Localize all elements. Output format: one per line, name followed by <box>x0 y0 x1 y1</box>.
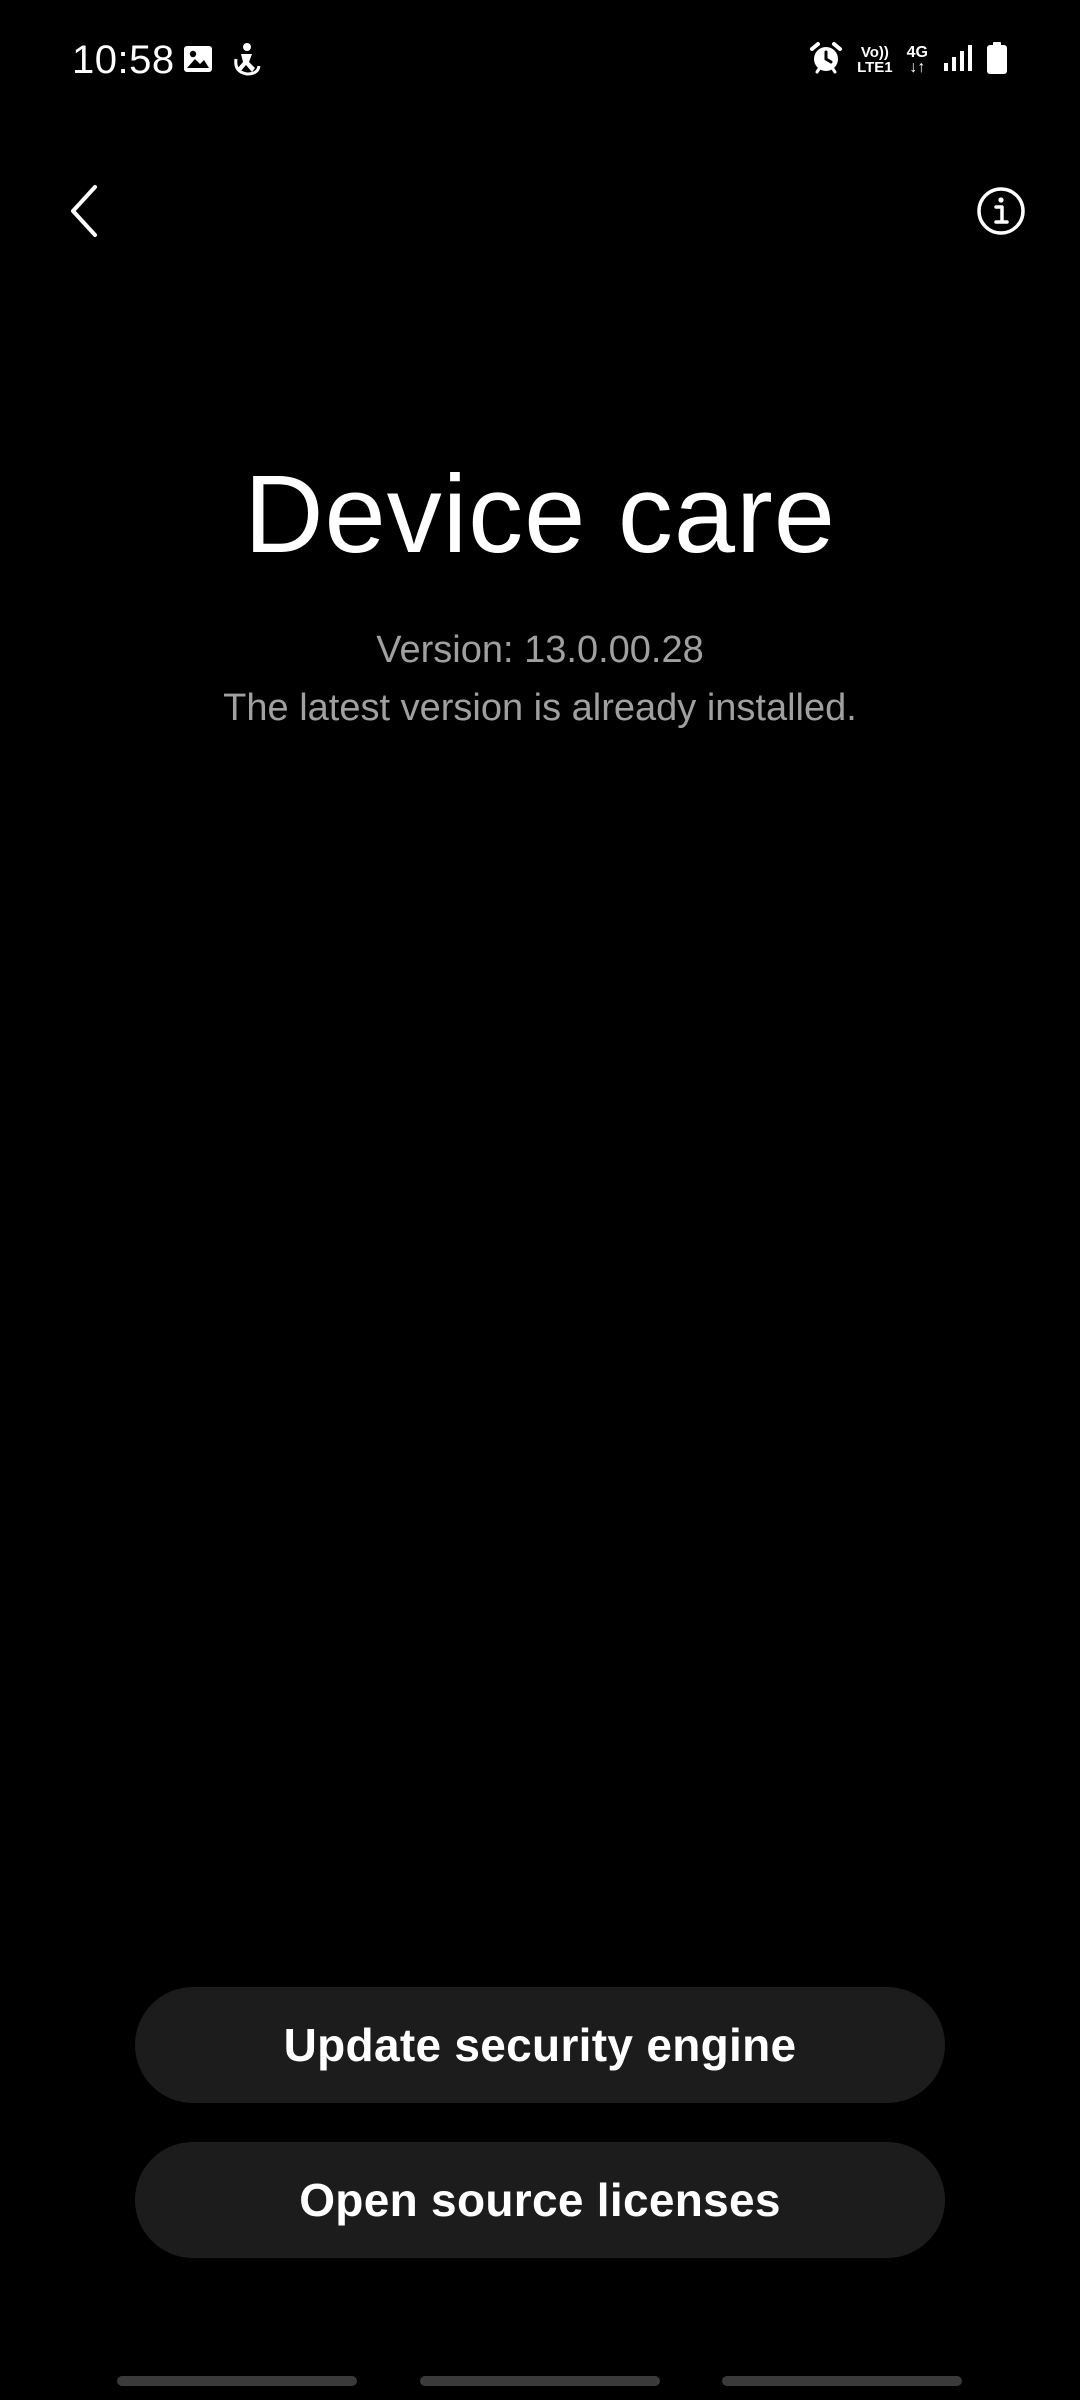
update-security-engine-button[interactable]: Update security engine <box>135 1987 945 2103</box>
status-bar: 10:58 Vo)) LTE1 4G ↓↑ <box>0 0 1080 120</box>
4g-label: 4G <box>906 44 928 61</box>
open-source-licenses-button[interactable]: Open source licenses <box>135 2142 945 2258</box>
info-button[interactable] <box>968 180 1034 246</box>
accessibility-person-icon <box>232 42 262 81</box>
4g-data-icon: 4G ↓↑ <box>906 44 928 76</box>
image-icon <box>182 43 214 80</box>
chevron-left-icon <box>65 183 105 244</box>
alarm-icon <box>809 41 843 80</box>
nav-recents-handle[interactable] <box>117 2376 357 2386</box>
version-text: Version: 13.0.00.28 <box>376 629 704 671</box>
back-button[interactable] <box>52 180 118 246</box>
data-arrows-label: ↓↑ <box>909 59 926 76</box>
nav-back-handle[interactable] <box>722 2376 962 2386</box>
status-left-icons <box>182 42 262 80</box>
signal-icon <box>942 43 972 78</box>
nav-home-handle[interactable] <box>420 2376 660 2386</box>
info-icon <box>975 185 1027 242</box>
volte-lte-icon: Vo)) LTE1 <box>857 45 893 75</box>
navigation-bar <box>0 2360 1080 2400</box>
battery-icon <box>986 41 1008 80</box>
update-status-text: The latest version is already installed. <box>223 687 857 729</box>
volte-label: Vo)) <box>860 44 889 61</box>
status-time: 10:58 <box>72 38 175 82</box>
status-right-icons: Vo)) LTE1 4G ↓↑ <box>809 40 1008 80</box>
lte-label: LTE1 <box>857 59 893 76</box>
page-title: Device care <box>244 453 836 576</box>
